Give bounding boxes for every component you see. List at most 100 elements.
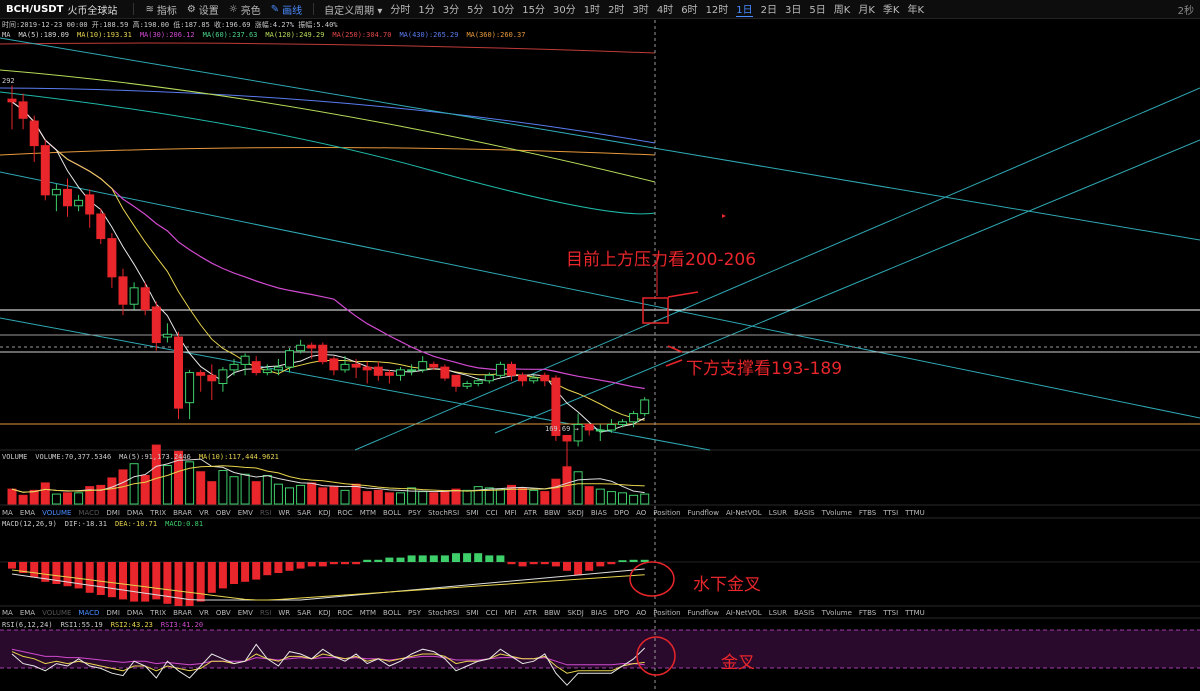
volume-bar <box>440 491 450 505</box>
volume-bar <box>573 471 583 505</box>
indicator-tab-ma[interactable]: MA <box>2 509 13 517</box>
indicator-tab-mtm[interactable]: MTM <box>360 509 376 517</box>
indicator-tabs-macd: MA EMA VOLUME MACD DMI DMA TRIX BRAR VR OBV EMV RSI… <box>2 609 932 617</box>
indicator-tab-tvolume[interactable]: TVolume <box>822 609 852 617</box>
indicator-tab-smi[interactable]: SMI <box>466 609 479 617</box>
indicator-tab-kdj[interactable]: KDJ <box>318 609 330 617</box>
indicator-tab-boll[interactable]: BOLL <box>383 509 401 517</box>
indicator-tab-macd[interactable]: MACD <box>78 609 99 617</box>
volume-bar <box>618 492 627 505</box>
indicator-tab-ttmu[interactable]: TTMU <box>905 509 925 517</box>
indicator-tab-obv[interactable]: OBV <box>216 509 231 517</box>
indicator-tab-smi[interactable]: SMI <box>466 509 479 517</box>
indicator-tab-position[interactable]: Position <box>653 509 680 517</box>
macd_header-0: MACD(12,26,9) <box>2 520 57 528</box>
indicator-tab-vr[interactable]: VR <box>199 509 209 517</box>
indicator-tab-macd[interactable]: MACD <box>78 509 99 517</box>
indicator-tab-dma[interactable]: DMA <box>127 609 143 617</box>
indicator-tab-position[interactable]: Position <box>653 609 680 617</box>
indicator-tab-cci[interactable]: CCI <box>486 509 498 517</box>
indicator-tab-mfi[interactable]: MFI <box>505 509 517 517</box>
indicator-tab-sar[interactable]: SAR <box>297 609 311 617</box>
volume_header-0: VOLUME <box>2 453 28 461</box>
indicator-tab-ao[interactable]: AO <box>636 509 646 517</box>
indicator-tab-mtm[interactable]: MTM <box>360 609 376 617</box>
indicator-tab-ema[interactable]: EMA <box>20 609 35 617</box>
indicator-tab-volume[interactable]: VOLUME <box>42 609 71 617</box>
indicator-tab-basis[interactable]: BASIS <box>794 609 815 617</box>
candle-body <box>518 374 528 382</box>
indicator-tab-ao[interactable]: AO <box>636 609 646 617</box>
volume-bar <box>285 487 294 505</box>
indicator-tab-fundflow[interactable]: Fundflow <box>688 609 719 617</box>
indicator-tab-mfi[interactable]: MFI <box>505 609 517 617</box>
indicator-tab-ttmu[interactable]: TTMU <box>905 609 925 617</box>
indicator-tab-tvolume[interactable]: TVolume <box>822 509 852 517</box>
indicator-tab-cci[interactable]: CCI <box>486 609 498 617</box>
candle-body <box>74 199 84 207</box>
indicator-tab-wr[interactable]: WR <box>278 509 290 517</box>
candle-body <box>529 377 539 382</box>
indicator-tab-obv[interactable]: OBV <box>216 609 231 617</box>
indicator-tab-dma[interactable]: DMA <box>127 509 143 517</box>
indicator-tab-ttsi[interactable]: TTSI <box>883 609 898 617</box>
indicator-tab-wr[interactable]: WR <box>278 609 290 617</box>
indicator-tab-volume[interactable]: VOLUME <box>42 509 71 517</box>
indicator-tab-basis[interactable]: BASIS <box>794 509 815 517</box>
indicator-tab-roc[interactable]: ROC <box>337 509 352 517</box>
indicator-tab-ttsi[interactable]: TTSI <box>883 509 898 517</box>
indicator-tab-dpo[interactable]: DPO <box>614 609 629 617</box>
indicator-tab-bbw[interactable]: BBW <box>544 509 560 517</box>
indicator-tab-ai-netvol[interactable]: AI-NetVOL <box>726 509 762 517</box>
indicator-tab-fundflow[interactable]: Fundflow <box>688 509 719 517</box>
ma250-line <box>0 42 656 54</box>
macd-bar <box>596 562 605 567</box>
indicator-tab-rsi[interactable]: RSI <box>260 609 271 617</box>
indicator-tab-ftbs[interactable]: FTBS <box>859 509 876 517</box>
rsi-cross-annotation: 金叉 <box>721 653 755 673</box>
volume-bar <box>606 491 616 505</box>
indicator-tab-boll[interactable]: BOLL <box>383 609 401 617</box>
indicator-tab-atr[interactable]: ATR <box>524 509 537 517</box>
indicator-tab-dmi[interactable]: DMI <box>106 509 120 517</box>
indicator-tab-trix[interactable]: TRIX <box>150 509 166 517</box>
candle-body <box>507 363 516 376</box>
indicator-tab-ftbs[interactable]: FTBS <box>859 609 876 617</box>
indicator-tab-dpo[interactable]: DPO <box>614 509 629 517</box>
indicator-tab-ema[interactable]: EMA <box>20 509 35 517</box>
indicator-tab-atr[interactable]: ATR <box>524 609 537 617</box>
indicator-tab-emv[interactable]: EMV <box>238 509 253 517</box>
indicator-tab-trix[interactable]: TRIX <box>150 609 166 617</box>
macd-bar <box>352 562 361 565</box>
indicator-tab-emv[interactable]: EMV <box>238 609 253 617</box>
candle-body <box>429 363 439 368</box>
indicator-tab-brar[interactable]: BRAR <box>173 509 192 517</box>
indicator-tab-dmi[interactable]: DMI <box>106 609 120 617</box>
macd-bar <box>563 562 571 571</box>
candle-body <box>85 194 95 215</box>
indicator-tab-lsur[interactable]: LSUR <box>769 609 787 617</box>
indicator-tab-sar[interactable]: SAR <box>297 509 311 517</box>
macd-bar <box>218 562 227 589</box>
indicator-tab-ai-netvol[interactable]: AI-NetVOL <box>726 609 762 617</box>
indicator-tab-stochrsi[interactable]: StochRSI <box>428 609 459 617</box>
indicator-tab-rsi[interactable]: RSI <box>260 509 271 517</box>
indicator-tab-ma[interactable]: MA <box>2 609 13 617</box>
indicator-tab-bias[interactable]: BIAS <box>591 609 607 617</box>
indicator-tab-stochrsi[interactable]: StochRSI <box>428 509 459 517</box>
indicator-tab-skdj[interactable]: SKDJ <box>567 509 584 517</box>
candle-body <box>51 188 61 196</box>
candle-body <box>107 238 117 278</box>
indicator-tab-kdj[interactable]: KDJ <box>318 509 330 517</box>
indicator-tab-skdj[interactable]: SKDJ <box>567 609 584 617</box>
kline-chart[interactable]: 292 169.69 → <box>0 0 1200 691</box>
indicator-tab-bbw[interactable]: BBW <box>544 609 560 617</box>
indicator-tab-brar[interactable]: BRAR <box>173 609 192 617</box>
indicator-tab-psy[interactable]: PSY <box>408 509 421 517</box>
indicator-tab-roc[interactable]: ROC <box>337 609 352 617</box>
indicator-tab-vr[interactable]: VR <box>199 609 209 617</box>
indicator-tab-bias[interactable]: BIAS <box>591 509 607 517</box>
indicator-tab-lsur[interactable]: LSUR <box>769 509 787 517</box>
volume-bar <box>396 492 405 505</box>
indicator-tab-psy[interactable]: PSY <box>408 609 421 617</box>
